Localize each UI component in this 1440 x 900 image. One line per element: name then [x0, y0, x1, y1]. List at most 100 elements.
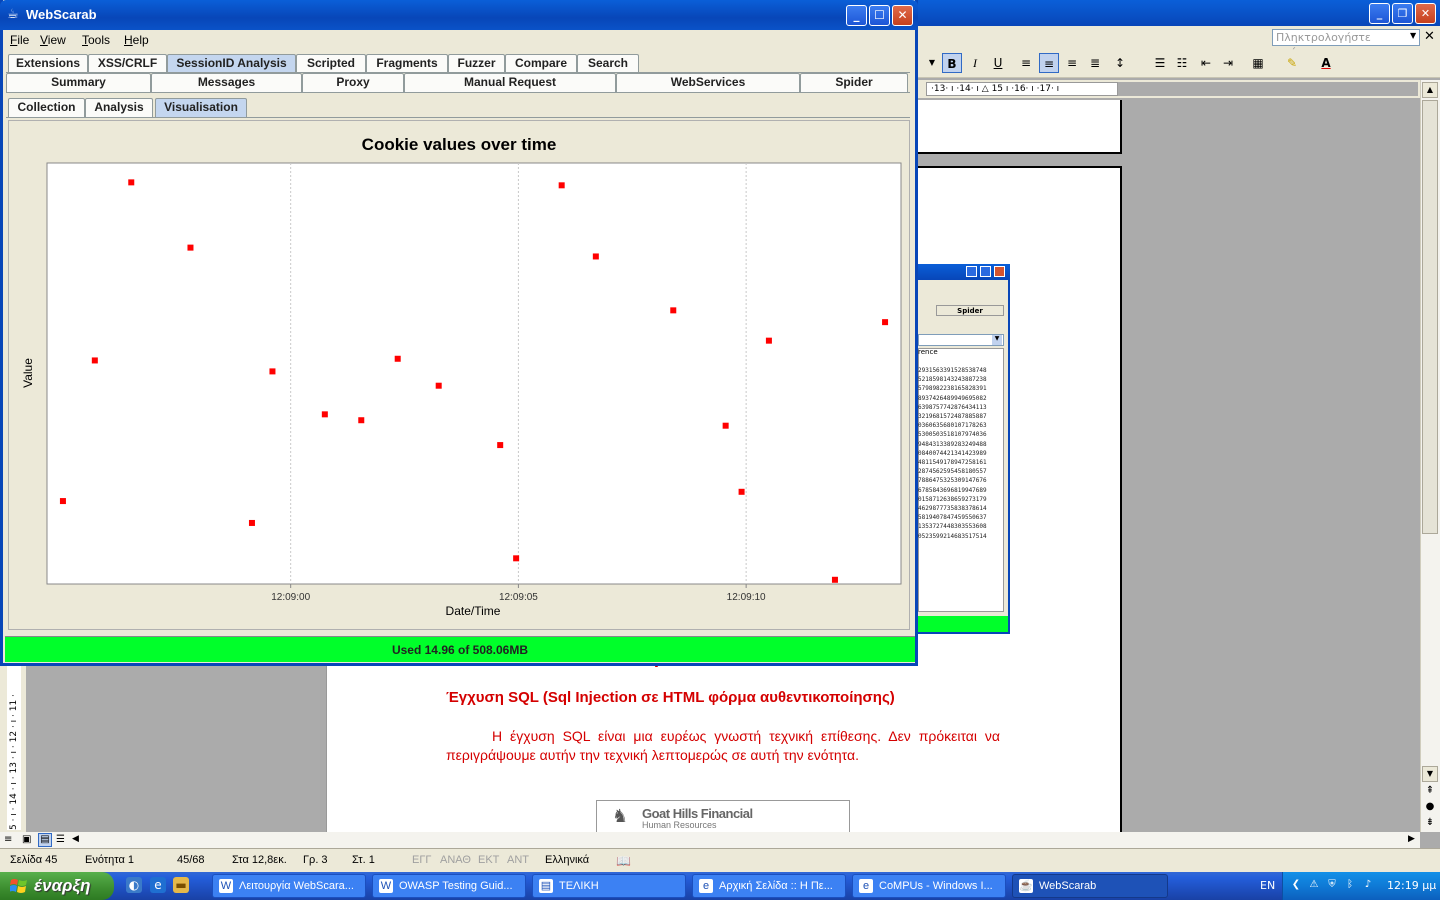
tab-fuzzer[interactable]: Fuzzer — [448, 54, 505, 73]
tab-summary[interactable]: Summary — [6, 73, 151, 92]
justify-icon[interactable]: ≣ — [1085, 53, 1105, 73]
decrease-indent-icon[interactable]: ⇤ — [1196, 53, 1216, 73]
scroll-up-icon[interactable]: ▲ — [1422, 82, 1438, 98]
maximize-button[interactable]: ☐ — [869, 5, 890, 26]
underline-icon[interactable]: U — [988, 53, 1008, 73]
tab-compare[interactable]: Compare — [505, 54, 577, 73]
vertical-scroll-thumb[interactable] — [1422, 100, 1438, 534]
taskbar-item[interactable]: W OWASP Testing Guid... — [372, 874, 526, 898]
align-right-icon[interactable]: ≡ — [1062, 53, 1082, 73]
spelling-check-icon[interactable]: 📖 — [616, 854, 631, 868]
tab-visualisation[interactable]: Visualisation — [155, 98, 247, 117]
menu-help[interactable]: Help — [124, 33, 149, 47]
tab-proxy[interactable]: Proxy — [302, 73, 404, 92]
webscarab-titlebar[interactable]: ☕ WebScarab _ ☐ ✕ — [0, 0, 918, 30]
tab-sessionid-analysis[interactable]: SessionID Analysis — [167, 54, 296, 73]
border-icon[interactable]: ▦ — [1248, 53, 1268, 73]
bold-icon[interactable]: B — [942, 53, 962, 73]
horizontal-scroll-thumb[interactable] — [86, 833, 1406, 847]
secondary-row[interactable]: 0158712638659273179 — [918, 495, 1002, 504]
tab-webservices[interactable]: WebServices — [616, 73, 800, 92]
internet-explorer-icon[interactable]: e — [150, 877, 166, 893]
line-spacing-icon[interactable]: ↕ — [1110, 53, 1130, 73]
secondary-minimize-icon[interactable] — [966, 266, 977, 277]
font-color-icon[interactable]: A — [1316, 53, 1336, 73]
secondary-row[interactable]: 8937426489949695082 — [918, 394, 1002, 403]
tab-scripted[interactable]: Scripted — [296, 54, 366, 73]
secondary-row[interactable]: 3219681572487885887 — [918, 412, 1002, 421]
secondary-row[interactable]: 2874562595458180557 — [918, 467, 1002, 476]
bluetooth-icon[interactable]: ᛒ — [1344, 879, 1356, 891]
secondary-row[interactable]: 0523599214683517514 — [918, 532, 1002, 541]
align-left-icon[interactable]: ≡ — [1016, 53, 1036, 73]
scroll-down-icon[interactable]: ▼ — [1422, 766, 1438, 782]
tab-collection[interactable]: Collection — [8, 98, 85, 117]
increase-indent-icon[interactable]: ⇥ — [1218, 53, 1238, 73]
show-desktop-icon[interactable]: ◐ — [126, 877, 142, 893]
secondary-row[interactable]: 0360635680107178263 — [918, 421, 1002, 430]
menu-view[interactable]: View — [40, 33, 66, 47]
highlight-icon[interactable]: ✎ — [1282, 53, 1302, 73]
tab-messages[interactable]: Messages — [151, 73, 302, 92]
taskbar-item[interactable]: ▤ ΤΕΛΙΚΗ — [532, 874, 686, 898]
language-indicator[interactable]: EN — [1260, 879, 1275, 892]
menu-tools[interactable]: Tools — [82, 33, 110, 47]
taskbar-item[interactable]: e CoMPUs - Windows I... — [852, 874, 1006, 898]
antivirus-icon[interactable]: ⛨ — [1326, 879, 1338, 891]
restore-button[interactable]: ❐ — [1392, 3, 1413, 24]
tab-analysis[interactable]: Analysis — [85, 98, 153, 117]
volume-icon[interactable]: ♪ — [1362, 879, 1374, 891]
bullets-icon[interactable]: ☷ — [1172, 53, 1192, 73]
secondary-row[interactable]: 5798982238165828391 — [918, 384, 1002, 393]
taskbar-item[interactable]: e Αρχική Σελίδα :: Η Πε... — [692, 874, 846, 898]
secondary-row[interactable]: 6785843696819947689 — [918, 486, 1002, 495]
outline-view-icon[interactable]: ☰ — [56, 834, 65, 845]
status-ovr[interactable]: ΑΝΤ — [507, 854, 529, 866]
italic-icon[interactable]: I — [965, 53, 985, 73]
close-button[interactable]: ✕ — [1415, 3, 1436, 24]
secondary-row[interactable]: 5300503518107974036 — [918, 430, 1002, 439]
scroll-left-icon[interactable]: ◀ — [72, 834, 79, 844]
tab-spider[interactable]: Spider — [800, 73, 908, 92]
align-center-icon[interactable]: ≡ — [1039, 53, 1059, 73]
folder-icon[interactable]: ▬ — [173, 877, 189, 893]
next-page-icon[interactable]: ⇟ — [1422, 816, 1438, 832]
font-size-dropdown-icon[interactable]: ▼ — [922, 53, 942, 73]
secondary-row[interactable]: 7886475325309147676 — [918, 476, 1002, 485]
tab-xss-crlf[interactable]: XSS/CRLF — [88, 54, 167, 73]
tab-extensions[interactable]: Extensions — [8, 54, 88, 73]
status-rec[interactable]: ΕΓΓ — [412, 854, 431, 866]
secondary-row[interactable]: 5218598143243887238 — [918, 375, 1002, 384]
close-button[interactable]: ✕ — [892, 5, 913, 26]
secondary-tab-spider[interactable]: Spider — [936, 305, 1004, 316]
vertical-ruler-scale[interactable]: 5 · ı · 14 · ı · 13 · ı · 12 · ı · 11 · — [7, 664, 21, 830]
menu-file[interactable]: File — [10, 33, 29, 47]
tab-fragments[interactable]: Fragments — [366, 54, 448, 73]
normal-view-icon[interactable]: ≡ — [4, 834, 12, 845]
taskbar-item[interactable]: ☕ WebScarab — [1012, 874, 1168, 898]
secondary-row[interactable]: 1353727448303553608 — [918, 522, 1002, 531]
ruler-scale[interactable]: ·13· ı ·14· ı △ 15 ı ·16· ı ·17· ı — [926, 82, 1118, 96]
secondary-row[interactable]: 4811549178947258161 — [918, 458, 1002, 467]
ask-question-input[interactable]: Πληκτρολογήστε ερώτηση — [1272, 29, 1420, 59]
network-warning-icon[interactable]: ⚠ — [1308, 879, 1320, 891]
status-ext[interactable]: ΕΚΤ — [478, 854, 499, 866]
status-trk[interactable]: ΑΝΑΘ — [440, 854, 471, 866]
secondary-row[interactable]: 5819407847459550637 — [918, 513, 1002, 522]
minimize-button[interactable]: _ — [846, 5, 867, 26]
tray-expand-icon[interactable]: ❮ — [1290, 879, 1302, 891]
secondary-row[interactable]: 2931563391528538748 — [918, 366, 1002, 375]
web-view-icon[interactable]: ▣ — [22, 834, 31, 845]
secondary-row[interactable]: 6398757742876434113 — [918, 403, 1002, 412]
close-document-icon[interactable]: ✕ — [1424, 29, 1435, 44]
select-browse-icon[interactable]: ● — [1422, 800, 1438, 816]
numbering-icon[interactable]: ☰ — [1150, 53, 1170, 73]
print-layout-icon[interactable]: ▤ — [38, 833, 52, 847]
scroll-right-icon[interactable]: ▶ — [1408, 834, 1415, 844]
ask-dropdown-icon[interactable]: ▼ — [1410, 31, 1416, 40]
combo-arrow-icon[interactable]: ▼ — [992, 335, 1002, 345]
taskbar-item[interactable]: W Λειτουργία WebScara... — [212, 874, 366, 898]
previous-page-icon[interactable]: ⇞ — [1422, 784, 1438, 800]
secondary-close-icon[interactable] — [994, 266, 1005, 277]
secondary-row[interactable]: 9484313389283249488 — [918, 440, 1002, 449]
